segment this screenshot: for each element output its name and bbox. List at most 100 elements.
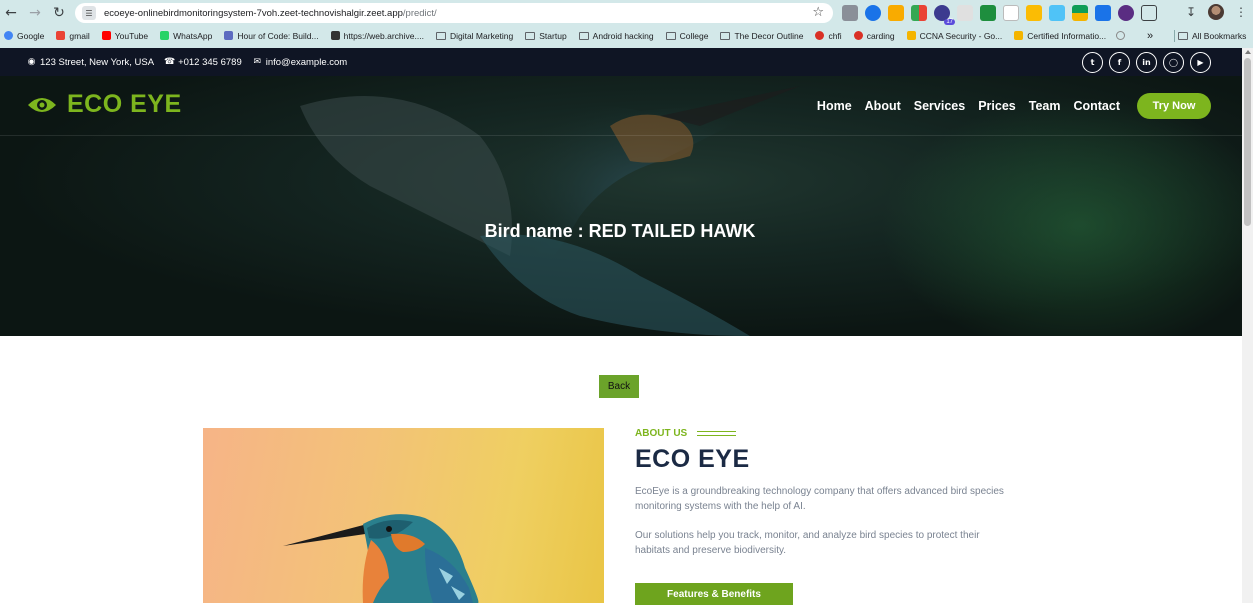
phone-text: +012 345 6789 (178, 56, 242, 68)
map-pin-icon: ◉ (27, 57, 36, 67)
bookmark-item[interactable]: Google (4, 31, 44, 41)
folder-icon (1178, 31, 1188, 40)
address-bar[interactable]: ☰ ecoeye-onlinebirdmonitoringsystem-7voh… (75, 3, 833, 23)
bookmark-label: chfi (828, 30, 842, 41)
profile-avatar[interactable] (1208, 4, 1224, 20)
bookmark-item[interactable]: https://web.archive.... (330, 30, 424, 41)
bookmark-item[interactable]: Certified Informatio... (1014, 31, 1106, 41)
try-now-button[interactable]: Try Now (1137, 93, 1211, 119)
bookmark-label: https://web.archive.... (343, 30, 424, 41)
facebook-icon[interactable]: f (1109, 52, 1130, 73)
bookmark-item[interactable]: College (665, 31, 708, 41)
nav-contact[interactable]: Contact (1073, 99, 1120, 113)
extension-icon[interactable] (1049, 5, 1065, 21)
address-text: 123 Street, New York, USA (40, 56, 155, 68)
scrollbar-thumb[interactable] (1244, 58, 1251, 226)
extension-icon[interactable] (957, 5, 973, 21)
twitter-icon[interactable]: t (1082, 52, 1103, 73)
page-scrollbar[interactable] (1242, 48, 1253, 603)
bookmarks-bar: Google gmail YouTube WhatsApp Hour of Code: … (0, 27, 1253, 44)
forward-arrow-icon[interactable]: → (25, 3, 45, 23)
bookmark-item[interactable]: CCNA Security - Go... (906, 31, 1002, 41)
archive-icon (330, 31, 340, 40)
url-text[interactable]: ecoeye-onlinebirdmonitoringsystem-7voh.z… (104, 8, 437, 19)
extension-icon[interactable]: 17 (934, 5, 955, 25)
linkedin-icon[interactable]: in (1136, 52, 1157, 73)
scroll-up-arrow-icon[interactable] (1245, 50, 1251, 54)
browser-toolbar: ← → ↻ ☰ ecoeye-onlinebirdmonitoringsyste… (0, 0, 1253, 26)
about-paragraph-1: EcoEye is a groundbreaking technology co… (635, 486, 1004, 512)
nav-team[interactable]: Team (1029, 99, 1061, 113)
bookmark-item[interactable]: YouTube (101, 30, 149, 41)
back-arrow-icon[interactable]: ← (1, 3, 21, 23)
bookmark-label: WhatsApp (173, 30, 213, 41)
social-links: t f in ◯ ▶ (1082, 52, 1211, 73)
bookmark-label: YouTube (114, 30, 149, 41)
google-icon (4, 31, 13, 40)
extension-icon[interactable] (888, 5, 904, 21)
bookmark-item[interactable]: Android hacking (578, 31, 654, 41)
youtube-icon[interactable]: ▶ (1190, 52, 1211, 73)
instagram-icon[interactable]: ◯ (1163, 52, 1184, 73)
nav-about[interactable]: About (865, 99, 901, 113)
download-icon[interactable]: ↧ (1183, 4, 1199, 20)
hero-banner: ECO EYE Home About Services Prices Team … (0, 76, 1242, 336)
youtube-icon (101, 31, 111, 40)
puzzle-extensions-icon[interactable] (1141, 5, 1157, 21)
brand-logo[interactable]: ECO EYE (27, 90, 182, 119)
features-benefits-button[interactable]: Features & Benefits (635, 583, 793, 605)
back-button[interactable]: Back (599, 375, 639, 398)
extension-icon[interactable] (1118, 5, 1134, 21)
extension-icon[interactable] (1003, 5, 1019, 21)
extensions-row: 17 (842, 5, 1157, 25)
bookmark-item[interactable]: WhatsApp (160, 31, 212, 41)
extension-icon[interactable] (1026, 5, 1042, 21)
bookmark-label: carding (866, 30, 895, 41)
decorative-lines (697, 431, 737, 436)
bookmark-star-icon[interactable]: ☆ (812, 5, 824, 20)
contact-topbar: ◉ 123 Street, New York, USA ☎ +012 345 678… (0, 48, 1242, 76)
bookmark-item[interactable]: The Decor Outline (720, 31, 803, 41)
bookmark-item[interactable]: gmail (56, 31, 90, 41)
extension-icon[interactable] (842, 5, 858, 21)
extension-icon[interactable] (1072, 5, 1088, 21)
extension-icon[interactable] (865, 5, 881, 21)
extension-icon[interactable] (980, 5, 996, 21)
about-section: ABOUT US ECO EYE EcoEye is a groundbreak… (635, 428, 1035, 558)
folder-icon (525, 31, 536, 40)
all-bookmarks[interactable]: All Bookmarks (1178, 31, 1246, 41)
envelope-icon: ✉ (253, 57, 261, 67)
bookmark-label: Digital Marketing (449, 30, 514, 41)
google-icon[interactable] (1116, 31, 1126, 40)
extension-icon[interactable] (1095, 5, 1111, 21)
navbar-divider (0, 135, 1242, 136)
bookmark-item[interactable]: Startup (525, 31, 567, 41)
drive-icon (1014, 31, 1024, 40)
reload-icon[interactable]: ↻ (49, 3, 69, 23)
bookmark-item[interactable]: carding (853, 30, 895, 41)
about-paragraph-2: Our solutions help you track, monitor, a… (635, 530, 980, 556)
nav-prices[interactable]: Prices (978, 99, 1016, 113)
bookmark-item[interactable]: Digital Marketing (435, 30, 514, 41)
bookmark-label: The Decor Outline (734, 30, 804, 41)
more-bookmarks-chevron-icon[interactable]: » (1147, 30, 1153, 42)
nav-home[interactable]: Home (817, 99, 852, 113)
menu-kebab-icon[interactable]: ⋮ (1233, 4, 1249, 20)
contact-email: ✉ info@example.com (253, 57, 347, 68)
url-host: ecoeye-onlinebirdmonitoringsystem-7voh.z… (104, 7, 403, 19)
site-info-icon[interactable]: ☰ (82, 6, 96, 20)
nav-services[interactable]: Services (914, 99, 965, 113)
folder-icon (578, 31, 589, 40)
folder-icon (720, 31, 731, 40)
all-bookmarks-label: All Bookmarks (1192, 30, 1247, 41)
bookmark-label: Google (17, 30, 45, 41)
extension-icon[interactable] (911, 5, 927, 21)
bookmark-item[interactable]: chfi (815, 30, 842, 41)
gmail-icon (56, 31, 66, 40)
browser-right-tools: ↧ ⋮ (1183, 4, 1249, 20)
red-dot-icon (815, 31, 825, 40)
prediction-result-title: Bird name : RED TAILED HAWK (484, 221, 756, 241)
extension-badge: 17 (944, 19, 955, 25)
eye-logo-icon (28, 97, 56, 112)
bookmark-item[interactable]: Hour of Code: Build... (224, 31, 319, 41)
